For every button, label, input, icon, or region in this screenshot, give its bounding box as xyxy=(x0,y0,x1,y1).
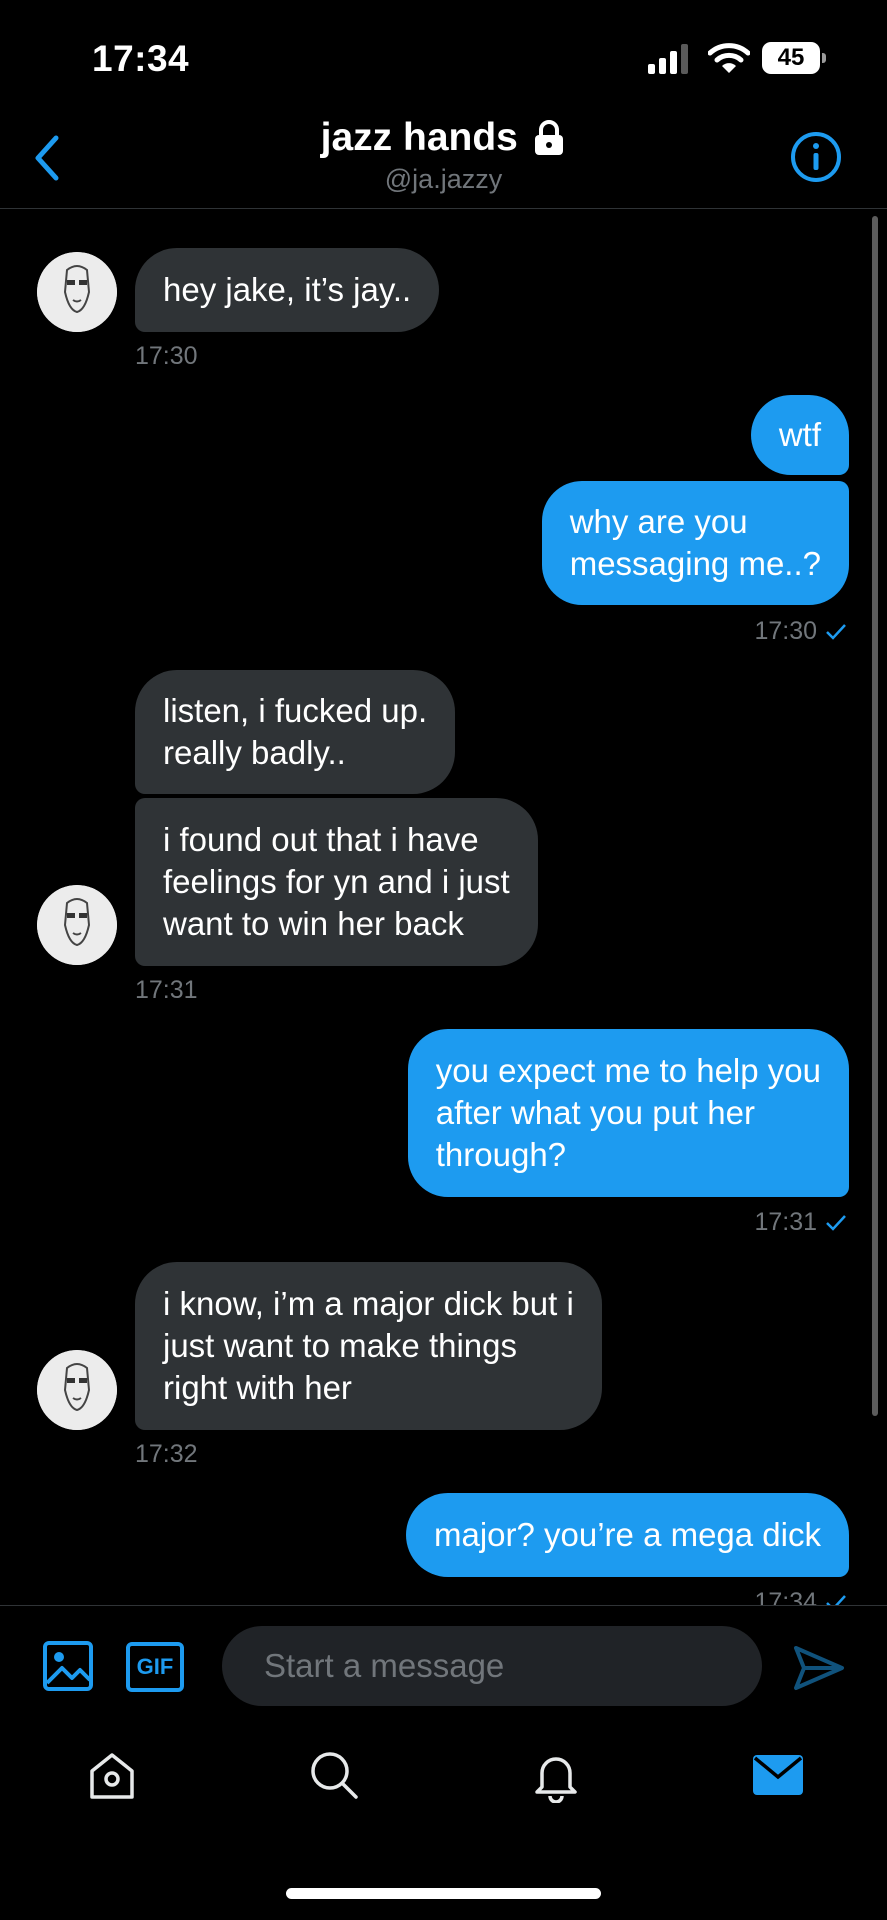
message-bubble-received[interactable]: i know, i’m a major dick but i just want… xyxy=(135,1262,602,1430)
message-timestamp: 17:31 xyxy=(754,1208,847,1237)
avatar[interactable] xyxy=(37,252,117,332)
message-bubble-received[interactable]: hey jake, it’s jay.. xyxy=(135,248,440,332)
message-text: i know, i’m a major dick but i xyxy=(163,1285,574,1322)
send-icon[interactable] xyxy=(792,1644,846,1692)
message-text: messaging me..? xyxy=(569,545,821,582)
conversation-title: jazz hands xyxy=(320,116,518,159)
avatar-sketch-icon xyxy=(37,252,117,332)
tab-bar xyxy=(0,1725,887,1835)
message-text: feelings for yn and i just xyxy=(163,863,510,900)
status-time: 17:34 xyxy=(92,38,190,79)
search-icon[interactable] xyxy=(306,1747,362,1803)
info-icon[interactable] xyxy=(789,130,843,184)
message-bubble-sent[interactable]: why are you messaging me..? xyxy=(541,481,849,605)
message-bubble-sent[interactable]: wtf xyxy=(750,395,849,475)
home-indicator[interactable] xyxy=(286,1888,601,1899)
gif-icon[interactable]: GIF xyxy=(126,1642,184,1692)
message-text: you expect me to help you xyxy=(435,1052,821,1089)
conversation-title-group[interactable]: jazz hands xyxy=(0,116,887,160)
message-text: through? xyxy=(435,1136,567,1173)
message-text: i found out that i have xyxy=(163,821,479,858)
scrollbar[interactable] xyxy=(872,216,878,1416)
message-text: right with her xyxy=(163,1369,352,1406)
conversation-header: jazz hands @ja.jazzy xyxy=(0,110,887,209)
message-bubble-sent[interactable]: major? you’re a mega dick xyxy=(405,1493,849,1577)
message-timestamp: 17:30 xyxy=(754,617,847,646)
avatar[interactable] xyxy=(37,885,117,965)
message-thread[interactable]: hey jake, it’s jay.. 17:30 wtf why are y… xyxy=(0,210,887,1605)
lock-icon xyxy=(535,120,564,155)
checkmark-icon xyxy=(826,1215,846,1232)
message-text: just want to make things xyxy=(163,1327,518,1364)
message-text: major? you’re a mega dick xyxy=(433,1516,821,1553)
message-time: 17:31 xyxy=(754,1208,817,1236)
message-text: why are you xyxy=(569,503,748,540)
message-composer: GIF xyxy=(0,1605,887,1726)
message-timestamp: 17:34 xyxy=(754,1588,847,1605)
status-bar: 17:34 45 xyxy=(0,0,887,110)
message-text: want to win her back xyxy=(163,905,464,942)
battery-level: 45 xyxy=(762,42,820,74)
bell-icon[interactable] xyxy=(528,1747,584,1803)
avatar-sketch-icon xyxy=(37,885,117,965)
signal-icon xyxy=(648,44,688,74)
message-text: really badly.. xyxy=(163,734,346,771)
message-text: after what you put her xyxy=(435,1094,755,1131)
message-text: listen, i fucked up. xyxy=(163,692,428,729)
message-input[interactable] xyxy=(222,1626,762,1706)
avatar[interactable] xyxy=(37,1350,117,1430)
wifi-icon xyxy=(708,43,750,73)
gif-label: GIF xyxy=(136,1654,174,1679)
checkmark-icon xyxy=(826,624,846,641)
message-timestamp: 17:31 xyxy=(135,976,198,1004)
message-text: wtf xyxy=(778,416,821,453)
checkmark-icon xyxy=(826,1595,846,1605)
message-timestamp: 17:32 xyxy=(135,1440,198,1468)
battery-icon: 45 xyxy=(762,42,828,74)
message-bubble-received[interactable]: i found out that i have feelings for yn … xyxy=(135,798,538,966)
message-time: 17:30 xyxy=(754,617,817,645)
home-icon[interactable] xyxy=(84,1747,140,1803)
image-icon[interactable] xyxy=(42,1640,94,1692)
conversation-handle: @ja.jazzy xyxy=(384,164,503,194)
message-bubble-received[interactable]: listen, i fucked up. really badly.. xyxy=(135,670,456,794)
message-bubble-sent[interactable]: you expect me to help you after what you… xyxy=(407,1029,849,1197)
message-time: 17:34 xyxy=(754,1588,817,1605)
message-text: hey jake, it’s jay.. xyxy=(163,271,412,308)
message-timestamp: 17:30 xyxy=(135,342,198,370)
avatar-sketch-icon xyxy=(37,1350,117,1430)
mail-icon[interactable] xyxy=(750,1747,806,1803)
